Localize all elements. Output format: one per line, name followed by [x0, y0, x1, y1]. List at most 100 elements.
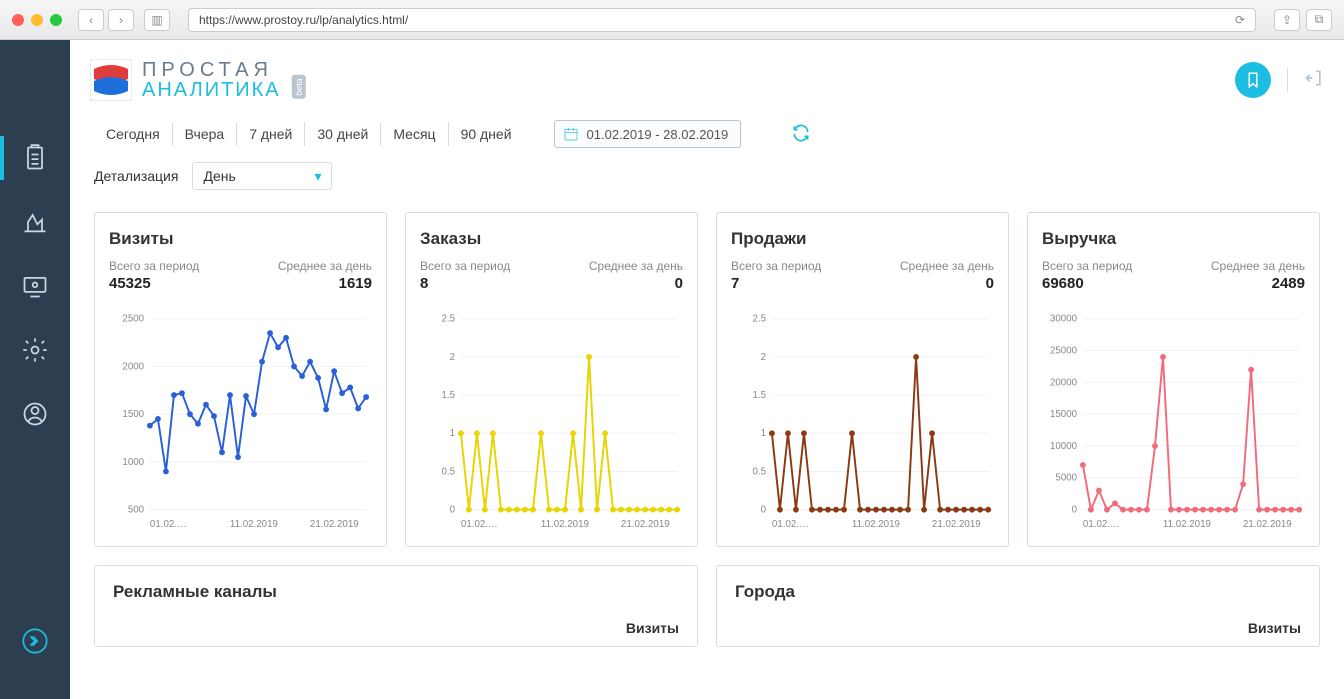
date-range-text: 01.02.2019 - 28.02.2019 [587, 127, 729, 142]
card-channels: Рекламные каналы Визиты [94, 565, 698, 647]
period-yesterday[interactable]: Вчера [173, 122, 238, 146]
svg-text:30000: 30000 [1050, 314, 1078, 325]
svg-text:500: 500 [128, 505, 145, 516]
sidebar-item-account[interactable] [17, 396, 53, 432]
logo-line2: АНАЛИТИКА [142, 80, 281, 100]
logo-mark [90, 59, 132, 101]
chart-revenue: 0 5000 10000 15000 20000 25000 30000 01.02.… 11.… [1042, 306, 1305, 536]
sales-total: 7 [731, 275, 739, 292]
forward-button[interactable]: › [108, 9, 134, 31]
browser-chrome: ‹ › ▥ https://www.prostoy.ru/lp/analytic… [0, 0, 1344, 40]
svg-text:0.5: 0.5 [442, 466, 456, 477]
back-button[interactable]: ‹ [78, 9, 104, 31]
visits-total: 45325 [109, 275, 151, 292]
window-controls [12, 14, 62, 26]
sidebar-toggle[interactable]: ▥ [144, 9, 170, 31]
detail-label: Детализация [94, 168, 178, 184]
card-visits: Визиты Всего за периодСреднее за день 45… [94, 212, 387, 547]
svg-text:01.02.…: 01.02.… [461, 519, 498, 530]
header: ПРОСТАЯ АНАЛИТИКА beta [70, 40, 1344, 120]
svg-text:0: 0 [761, 505, 767, 516]
url-bar[interactable]: https://www.prostoy.ru/lp/analytics.html… [188, 8, 1256, 32]
svg-text:1.5: 1.5 [753, 390, 767, 401]
date-range-picker[interactable]: 01.02.2019 - 28.02.2019 [554, 120, 742, 148]
orders-total: 8 [420, 275, 428, 292]
sidebar-expand[interactable] [17, 623, 53, 659]
minimize-window[interactable] [31, 14, 43, 26]
beta-badge: beta [291, 75, 305, 99]
chart-orders: 0 0.5 1 1.5 2 2.5 01.02.… 11.02.2019 21.02.2019 [420, 306, 683, 536]
period-90d[interactable]: 90 дней [449, 122, 524, 146]
chart-sales: 00.511.522.501.02.…11.02.201921.02.2019 [731, 306, 994, 536]
share-button[interactable]: ⇪ [1274, 9, 1300, 31]
svg-text:21.02.2019: 21.02.2019 [932, 519, 981, 530]
svg-text:01.02.…: 01.02.… [1083, 519, 1120, 530]
revenue-total: 69680 [1042, 275, 1084, 292]
svg-text:11.02.2019: 11.02.2019 [541, 519, 589, 530]
logo: ПРОСТАЯ АНАЛИТИКА beta [90, 59, 310, 101]
card-sales: Продажи Всего за периодСреднее за день 7… [716, 212, 1009, 547]
period-30d[interactable]: 30 дней [305, 122, 381, 146]
cities-sub: Визиты [735, 620, 1301, 636]
svg-text:10000: 10000 [1050, 441, 1078, 452]
sidebar-item-analytics[interactable] [17, 204, 53, 240]
svg-text:25000: 25000 [1050, 345, 1078, 356]
bookmark-button[interactable] [1235, 62, 1271, 98]
detail-select-value: День [203, 168, 235, 184]
svg-text:21.02.2019: 21.02.2019 [621, 519, 670, 530]
channels-sub: Визиты [113, 620, 679, 636]
svg-text:0: 0 [1072, 505, 1078, 516]
calendar-icon [563, 126, 579, 142]
chart-visits: 500100015002000250001.02.…11.02.201921.0… [109, 306, 372, 536]
svg-text:2500: 2500 [122, 314, 144, 325]
period-selector: Сегодня Вчера 7 дней 30 дней Месяц 90 дн… [94, 120, 1320, 148]
cities-title: Города [735, 582, 1301, 602]
sidebar-item-monitor[interactable] [17, 268, 53, 304]
svg-text:0.5: 0.5 [753, 466, 767, 477]
card-title: Заказы [420, 229, 683, 249]
kpi-cards: Визиты Всего за периодСреднее за день 45… [70, 200, 1344, 565]
svg-text:1.5: 1.5 [442, 390, 456, 401]
svg-text:11.02.2019: 11.02.2019 [1163, 519, 1211, 530]
svg-text:01.02.…: 01.02.… [150, 519, 187, 530]
sales-avg: 0 [986, 275, 994, 292]
svg-text:15000: 15000 [1050, 409, 1078, 420]
svg-text:20000: 20000 [1050, 377, 1078, 388]
revenue-avg: 2489 [1272, 275, 1305, 292]
sidebar-item-settings[interactable] [17, 332, 53, 368]
card-title: Продажи [731, 229, 994, 249]
visits-avg: 1619 [339, 275, 372, 292]
svg-text:5000: 5000 [1055, 473, 1077, 484]
svg-text:21.02.2019: 21.02.2019 [1243, 519, 1292, 530]
channels-title: Рекламные каналы [113, 582, 679, 602]
refresh-icon [791, 123, 811, 143]
card-orders: Заказы Всего за периодСреднее за день 80… [405, 212, 698, 547]
card-title: Выручка [1042, 229, 1305, 249]
reload-icon[interactable]: ⟳ [1235, 13, 1245, 27]
tabs-button[interactable]: ⧉ [1306, 9, 1332, 31]
svg-text:01.02.…: 01.02.… [772, 519, 809, 530]
sidebar-item-reports[interactable] [17, 140, 53, 176]
svg-text:11.02.2019: 11.02.2019 [230, 519, 278, 530]
logout-button[interactable] [1304, 68, 1324, 93]
svg-text:2: 2 [450, 352, 455, 363]
period-7d[interactable]: 7 дней [237, 122, 305, 146]
logo-line1: ПРОСТАЯ [142, 60, 281, 80]
orders-avg: 0 [675, 275, 683, 292]
period-month[interactable]: Месяц [381, 122, 448, 146]
url-text: https://www.prostoy.ru/lp/analytics.html… [199, 13, 408, 27]
period-today[interactable]: Сегодня [94, 122, 173, 146]
svg-text:2.5: 2.5 [753, 314, 767, 325]
maximize-window[interactable] [50, 14, 62, 26]
card-cities: Города Визиты [716, 565, 1320, 647]
sidebar [0, 40, 70, 699]
svg-text:1: 1 [450, 428, 455, 439]
svg-text:2: 2 [761, 352, 766, 363]
detail-select[interactable]: День [192, 162, 332, 190]
close-window[interactable] [12, 14, 24, 26]
svg-text:11.02.2019: 11.02.2019 [852, 519, 900, 530]
refresh-button[interactable] [791, 123, 811, 146]
svg-text:0: 0 [450, 505, 456, 516]
svg-text:2000: 2000 [122, 361, 144, 372]
svg-text:2.5: 2.5 [442, 314, 456, 325]
